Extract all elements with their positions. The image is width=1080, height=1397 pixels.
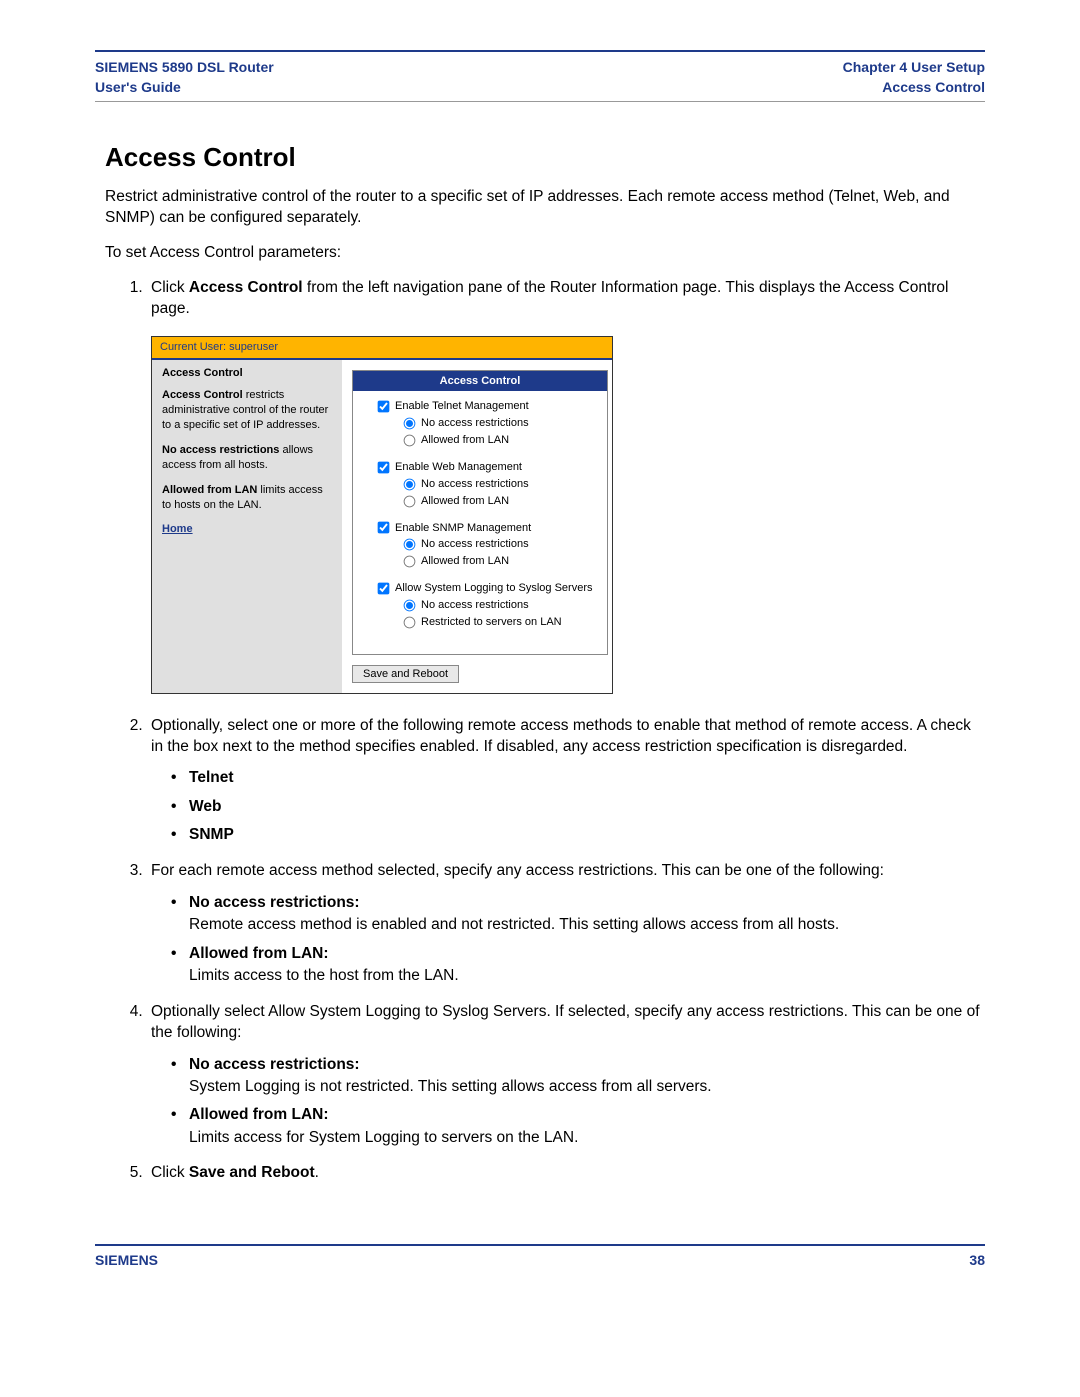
bullet-web: Web	[189, 798, 221, 815]
bullet-telnet: Telnet	[189, 769, 234, 786]
sidebar: Access Control Access Control restricts …	[152, 360, 342, 693]
current-user-banner: Current User: superuser	[152, 337, 612, 360]
page-title: Access Control	[95, 142, 985, 173]
step-4: Optionally select Allow System Logging t…	[147, 1002, 985, 1150]
web-lan-radio[interactable]	[404, 495, 416, 507]
enable-snmp-checkbox[interactable]	[378, 522, 390, 534]
home-link[interactable]: Home	[162, 523, 193, 535]
embedded-router-ui: Current User: superuser Access Control A…	[151, 336, 613, 694]
intro-instruction: To set Access Control parameters:	[95, 243, 985, 264]
step-5: Click Save and Reboot.	[147, 1163, 985, 1184]
syslog-lan-radio[interactable]	[404, 616, 416, 628]
chapter-label: Chapter 4 User Setup	[843, 58, 985, 78]
web-no-restrict-radio[interactable]	[404, 478, 416, 490]
page-header: SIEMENS 5890 DSL Router User's Guide Cha…	[95, 50, 985, 102]
save-and-reboot-button[interactable]: Save and Reboot	[352, 665, 459, 683]
group-telnet: Enable Telnet Management No access restr…	[377, 399, 599, 448]
group-snmp: Enable SNMP Management No access restric…	[377, 521, 599, 570]
page-footer: SIEMENS 38	[95, 1244, 985, 1268]
syslog-no-restrict-radio[interactable]	[404, 599, 416, 611]
doc-title-1: SIEMENS 5890 DSL Router	[95, 58, 274, 78]
group-syslog: Allow System Logging to Syslog Servers N…	[377, 581, 599, 630]
allow-syslog-checkbox[interactable]	[378, 583, 390, 595]
panel-title: Access Control	[353, 371, 607, 392]
footer-brand: SIEMENS	[95, 1252, 158, 1268]
step-2: Optionally, select one or more of the fo…	[147, 716, 985, 847]
doc-title-2: User's Guide	[95, 78, 274, 98]
enable-telnet-checkbox[interactable]	[378, 401, 390, 413]
enable-web-checkbox[interactable]	[378, 462, 390, 474]
step-1: Click Access Control from the left navig…	[147, 278, 985, 694]
sidebar-title: Access Control	[162, 366, 332, 381]
snmp-lan-radio[interactable]	[404, 556, 416, 568]
snmp-no-restrict-radio[interactable]	[404, 539, 416, 551]
telnet-lan-radio[interactable]	[404, 435, 416, 447]
section-label: Access Control	[843, 78, 985, 98]
intro-paragraph: Restrict administrative control of the r…	[95, 187, 985, 229]
telnet-no-restrict-radio[interactable]	[404, 418, 416, 430]
group-web: Enable Web Management No access restrict…	[377, 460, 599, 509]
footer-page-number: 38	[969, 1252, 985, 1268]
bullet-snmp: SNMP	[189, 826, 234, 843]
step-3: For each remote access method selected, …	[147, 861, 985, 988]
